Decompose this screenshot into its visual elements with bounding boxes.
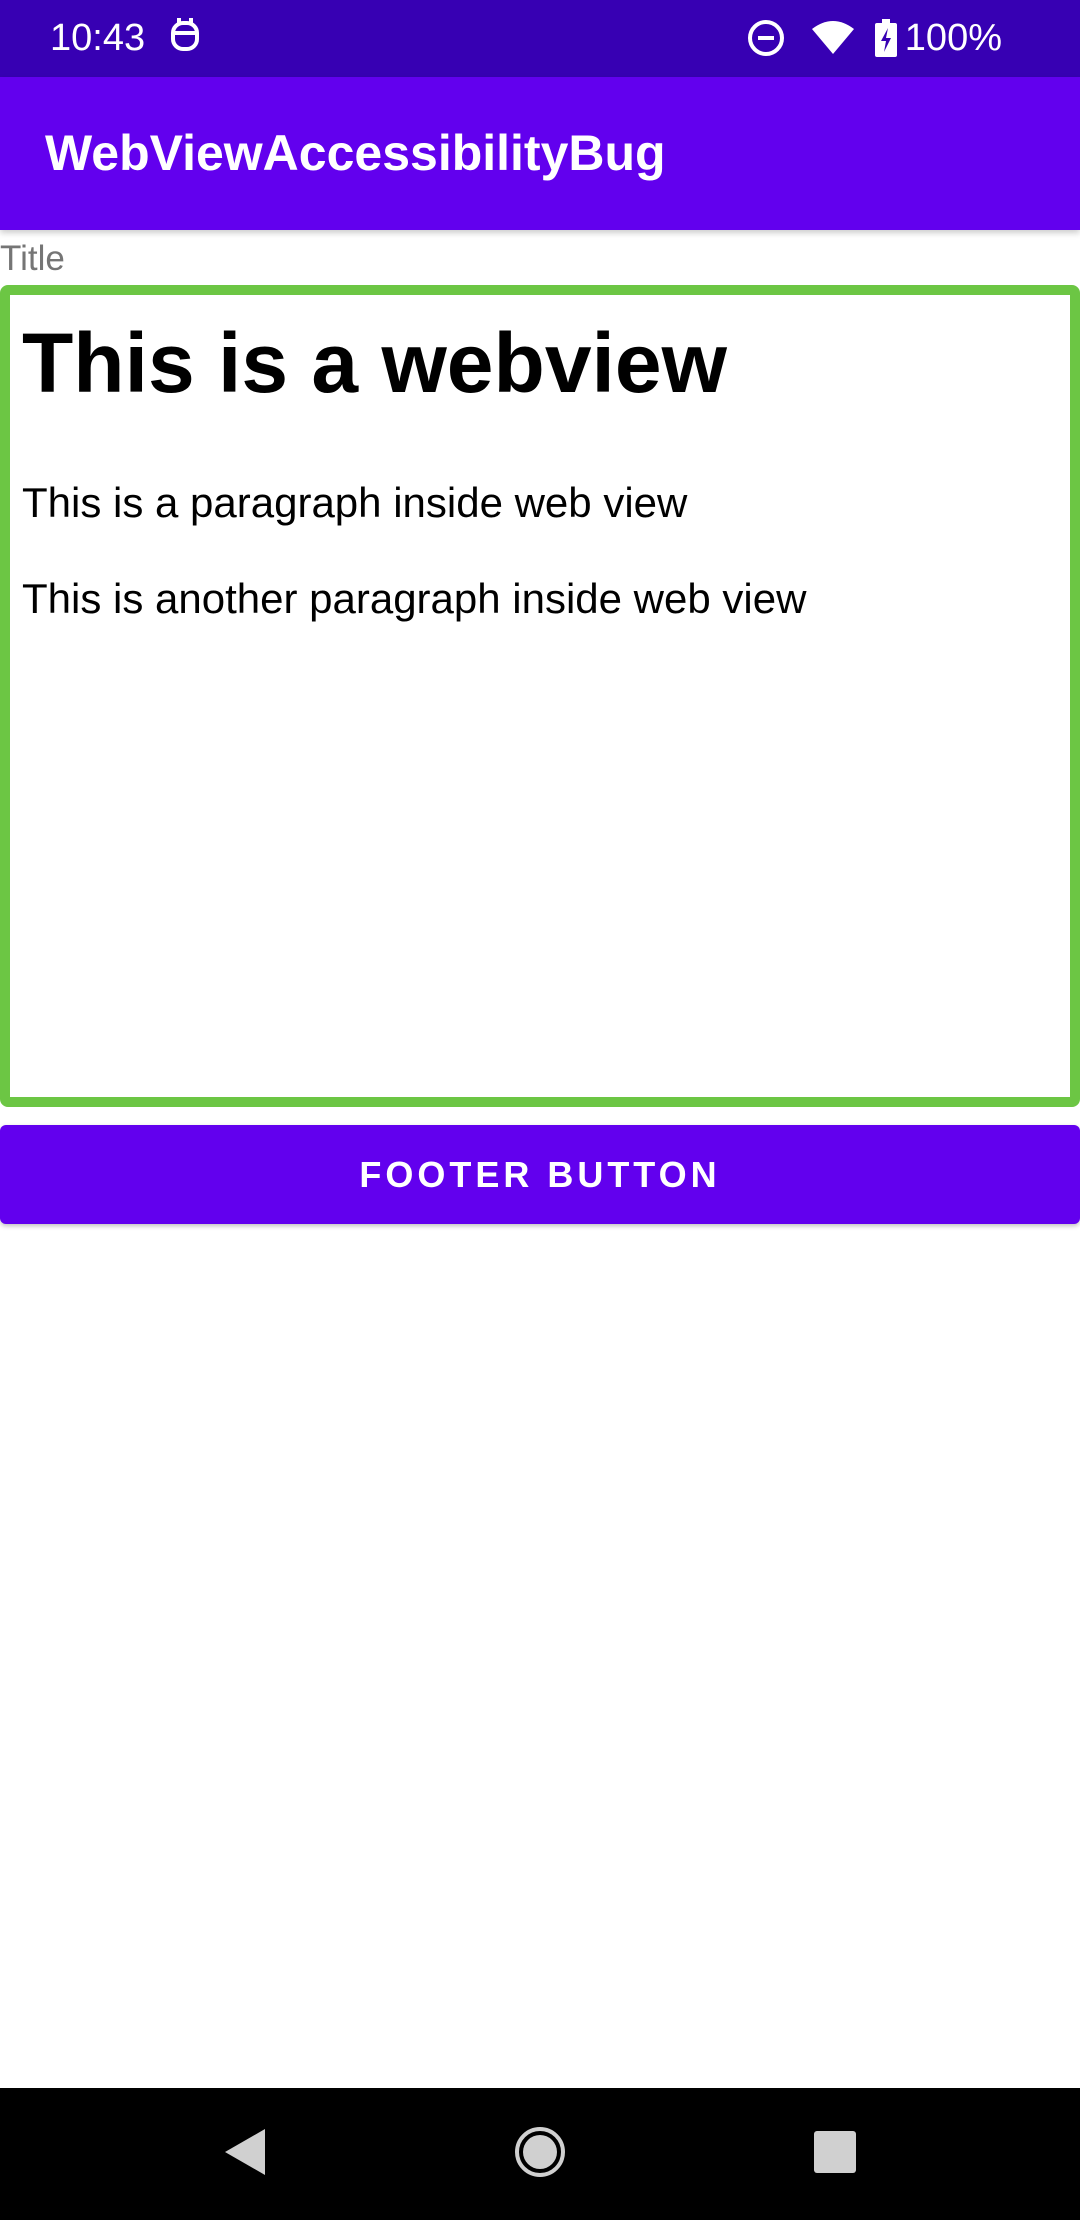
battery-charging-icon <box>874 19 897 57</box>
wifi-icon <box>811 21 855 55</box>
recents-icon <box>813 2130 857 2179</box>
do-not-disturb-icon <box>747 19 785 57</box>
battery-percentage: 100% <box>904 17 1002 59</box>
recents-button[interactable] <box>795 2114 875 2194</box>
app-notification-icon <box>168 15 202 55</box>
webview-paragraph-1: This is a paragraph inside web view <box>22 479 688 526</box>
status-time: 10:43 <box>50 17 146 59</box>
back-icon <box>223 2127 267 2182</box>
footer-button[interactable]: FOOTER BUTTON <box>0 1125 1080 1224</box>
home-icon <box>514 2126 566 2183</box>
status-bar: 10:43 100% <box>0 0 1080 77</box>
back-button[interactable] <box>205 2114 285 2194</box>
title-label: Title <box>0 239 65 278</box>
webview-heading: This is a webview <box>22 316 727 410</box>
status-icons: 100% <box>747 10 1002 66</box>
webview[interactable]: This is a webview This is a paragraph in… <box>0 285 1080 1107</box>
home-button[interactable] <box>500 2114 580 2194</box>
webview-paragraph-2: This is another paragraph inside web vie… <box>22 575 807 622</box>
app-bar: WebViewAccessibilityBug <box>0 77 1080 230</box>
app-title: WebViewAccessibilityBug <box>45 125 666 181</box>
navigation-bar <box>0 2088 1080 2220</box>
screen: 10:43 100% WebViewAccessibilityBug Title… <box>0 0 1080 2220</box>
